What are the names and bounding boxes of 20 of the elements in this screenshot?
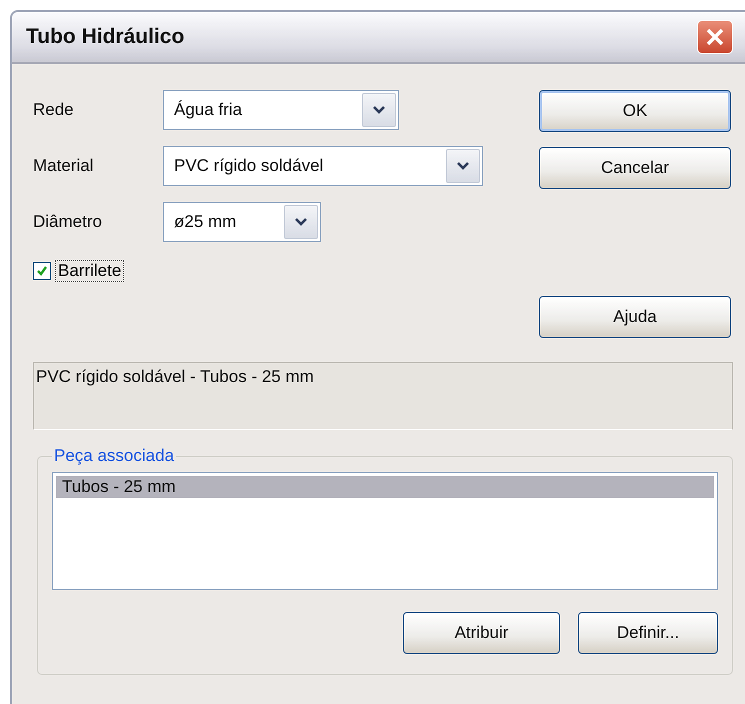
description-field: PVC rígido soldável - Tubos - 25 mm (33, 362, 733, 430)
list-item[interactable]: Tubos - 25 mm (56, 476, 714, 498)
dropdown-field[interactable]: ø25 mm (163, 202, 321, 242)
window-title: Tubo Hidráulico (26, 25, 184, 49)
field-label: Rede (33, 100, 75, 120)
dialog-button[interactable]: Cancelar (539, 147, 731, 189)
field-label: Material (33, 156, 94, 176)
dropdown-field[interactable]: Água fria (163, 90, 399, 130)
close-icon (705, 27, 725, 47)
field-label: Diâmetro (33, 212, 103, 232)
help-button[interactable]: Ajuda (539, 296, 731, 338)
checkbox-label[interactable]: Barrilete (55, 260, 124, 282)
close-button[interactable] (697, 20, 733, 54)
group-title: Peça associada (53, 446, 176, 466)
check-icon (36, 265, 48, 277)
dropdown-field[interactable]: PVC rígido soldável (163, 146, 483, 186)
dialog-button[interactable]: OK (539, 90, 731, 132)
define-button[interactable]: Definir... (578, 612, 718, 654)
assign-button[interactable]: Atribuir (403, 612, 560, 654)
checkbox[interactable] (33, 262, 51, 280)
